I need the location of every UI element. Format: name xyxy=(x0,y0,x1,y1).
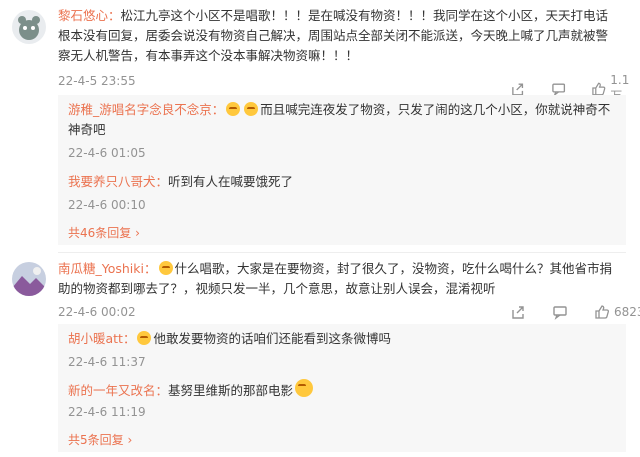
comment-body: 南瓜糖_Yoshiki： 什么唱歌，大家是在要物资，封了很久了，没物资，吃什么喝什… xyxy=(58,261,613,296)
reply-body: 胡小暖att： 他敢发要物资的话咱们还能看到这条微博吗 xyxy=(68,331,391,346)
reply-body: 游稚_游唱名字念良不念京： 而且喊完连夜发了物资，只发了闹的这几个小区，你就说神奇… xyxy=(68,102,611,137)
avatar-landscape-icon xyxy=(12,262,46,296)
comment-time: 22-4-5 23:55 xyxy=(58,74,136,88)
avatar-cartoon-icon xyxy=(12,10,46,44)
reply-username[interactable]: 游稚_游唱名字念良不念京 xyxy=(68,102,212,117)
reply-text: 基努里维斯的那部电影 xyxy=(168,383,294,398)
emoji-icon xyxy=(137,331,152,345)
comment-time: 22-4-6 00:02 xyxy=(58,305,136,319)
reply-text: 听到有人在喊要饿死了 xyxy=(168,174,294,189)
reply-time: 22-4-6 00:10 xyxy=(68,198,146,212)
reply-username[interactable]: 胡小暖att xyxy=(68,331,123,346)
comment-body: 黎石悠心：松江九亭这个小区不是唱歌！！！是在喊没有物资！！！我同学在这个小区，天… xyxy=(58,8,609,63)
comment-username[interactable]: 黎石悠心 xyxy=(58,8,108,23)
chevron-right-icon: › xyxy=(127,433,133,447)
reply-time: 22-4-6 01:05 xyxy=(68,146,146,160)
emoji-icon xyxy=(244,102,259,116)
emoji-icon xyxy=(158,261,173,275)
chevron-right-icon: › xyxy=(135,226,140,240)
comment-username[interactable]: 南瓜糖_Yoshiki xyxy=(58,261,144,276)
like-count: 6823 xyxy=(614,305,640,319)
reply-body: 我要养只八哥犬：听到有人在喊要饿死了 xyxy=(68,174,294,189)
emoji-icon xyxy=(226,102,241,116)
comment-icon[interactable] xyxy=(552,304,568,320)
more-replies-link[interactable]: 共46条回复 › xyxy=(68,224,140,241)
comment-text: 松江九亭这个小区不是唱歌！！！是在喊没有物资！！！我同学在这个小区，天天打电话根… xyxy=(58,8,609,63)
divider xyxy=(58,252,626,253)
share-icon[interactable] xyxy=(510,304,526,320)
reply-time: 22-4-6 11:37 xyxy=(68,355,146,369)
more-replies-link[interactable]: 共5条回复 › xyxy=(68,431,132,448)
avatar[interactable] xyxy=(12,262,46,296)
reply-time: 22-4-6 11:19 xyxy=(68,405,146,419)
reply-body: 新的一年又改名：基努里维斯的那部电影 xyxy=(68,379,616,401)
reply-username[interactable]: 我要养只八哥犬 xyxy=(68,174,156,189)
reply-text: 他敢发要物资的话咱们还能看到这条微博吗 xyxy=(153,331,391,346)
like-icon[interactable] xyxy=(594,304,610,320)
comment-actions: 6823 xyxy=(510,304,640,320)
avatar[interactable] xyxy=(12,10,46,44)
reply-username[interactable]: 新的一年又改名 xyxy=(68,383,156,398)
emoji-icon xyxy=(295,379,314,397)
